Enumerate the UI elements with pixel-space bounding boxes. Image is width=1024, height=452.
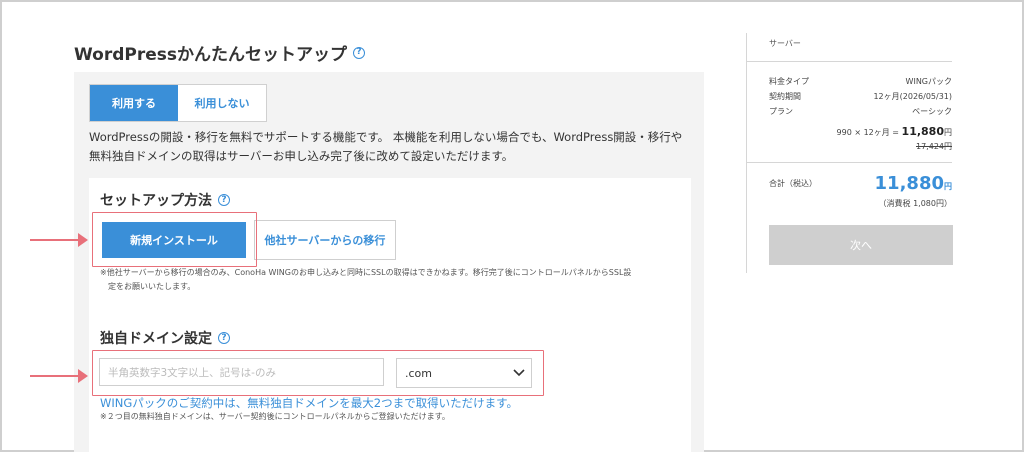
total-amount-value: 11,880 (874, 173, 944, 194)
highlight-box-setup (92, 212, 257, 267)
calc-amount: 11,880 (901, 125, 944, 138)
row-value: ベーシック (912, 107, 952, 116)
sidebar-rows: 料金タイプ WINGパック 契約期間 12ヶ月(2026/05/31) プラン … (769, 74, 952, 119)
total-label: 合計（税込） (769, 179, 817, 188)
total-amount: 11,880円 (875, 173, 952, 194)
help-icon[interactable]: ? (218, 194, 230, 206)
migrate-button[interactable]: 他社サーバーからの移行 (254, 220, 396, 260)
row-label: プラン (769, 107, 793, 116)
page-title: WordPressかんたんセットアップ ? (74, 40, 365, 65)
price-calculation: 990 × 12ヶ月 = 11,880円 (769, 125, 952, 138)
sidebar-row-plan: プラン ベーシック (769, 104, 952, 119)
next-button[interactable]: 次へ (769, 225, 953, 265)
arrow-icon (30, 369, 88, 383)
help-icon[interactable]: ? (353, 46, 365, 59)
page-title-text: WordPressかんたんセットアップ (74, 45, 347, 65)
domain-setting-title: 独自ドメイン設定 ? (100, 328, 230, 348)
tax-note: （消費税 1,080円） (878, 199, 952, 208)
total-unit: 円 (944, 182, 952, 191)
description-line-1: WordPressの開設・移行を無料でサポートする機能です。 本機能を利用しない… (89, 130, 683, 144)
wordpress-use-toggle: 利用する 利用しない (89, 84, 267, 122)
divider (747, 162, 952, 163)
setup-note-line-1: ※他社サーバーから移行の場合のみ、ConoHa WINGのお申し込みと同時にSS… (100, 268, 632, 277)
sidebar-row-contract-period: 契約期間 12ヶ月(2026/05/31) (769, 89, 952, 104)
calc-unit: 円 (944, 128, 952, 137)
sidebar-heading: サーバー (769, 39, 801, 48)
no-use-button[interactable]: 利用しない (178, 85, 266, 121)
description-line-2: 無料独自ドメインの取得はサーバーお申し込み完了後に改めて設定いただけます。 (89, 149, 514, 163)
setup-method-title-text: セットアップ方法 (100, 193, 212, 209)
setup-method-title: セットアップ方法 ? (100, 190, 230, 210)
calc-prefix: 990 × 12ヶ月 = (836, 128, 902, 137)
domain-setting-title-text: 独自ドメイン設定 (100, 331, 212, 347)
divider (747, 61, 952, 62)
original-price: 17,424円 (916, 142, 952, 151)
order-summary-sidebar: サーバー 料金タイプ WINGパック 契約期間 12ヶ月(2026/05/31)… (746, 33, 953, 273)
help-icon[interactable]: ? (218, 332, 230, 344)
arrow-icon (30, 233, 88, 247)
row-value: WINGパック (905, 77, 952, 86)
setup-note-line-2: 定をお願いいたします。 (108, 282, 196, 291)
free-domain-promo: WINGパックのご契約中は、無料独自ドメインを最大2つまで取得いただけます。 (100, 396, 518, 410)
row-value: 12ヶ月(2026/05/31) (873, 92, 952, 101)
feature-description: WordPressの開設・移行を無料でサポートする機能です。 本機能を利用しない… (89, 128, 699, 166)
total-row: 合計（税込） 11,880円 (769, 173, 952, 194)
row-label: 契約期間 (769, 92, 801, 101)
sidebar-row-price-type: 料金タイプ WINGパック (769, 74, 952, 89)
domain-note: ※２つ目の無料独自ドメインは、サーバー契約後にコントロールパネルからご登録いただ… (100, 412, 450, 421)
use-button[interactable]: 利用する (90, 85, 178, 121)
setup-note: ※他社サーバーから移行の場合のみ、ConoHa WINGのお申し込みと同時にSS… (100, 266, 631, 294)
highlight-box-domain (92, 350, 544, 396)
row-label: 料金タイプ (769, 77, 809, 86)
